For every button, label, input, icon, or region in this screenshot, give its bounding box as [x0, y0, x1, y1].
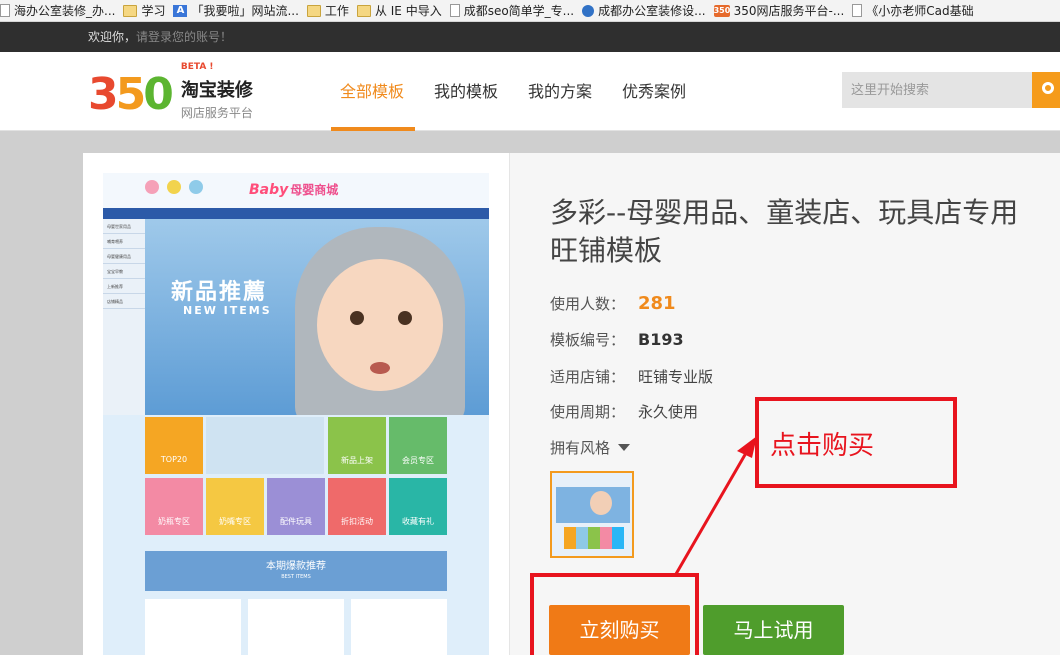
- annotation-arrow-head: [737, 436, 757, 458]
- annotation-arrow-line: [674, 452, 748, 575]
- annotation-arrow: [674, 436, 757, 575]
